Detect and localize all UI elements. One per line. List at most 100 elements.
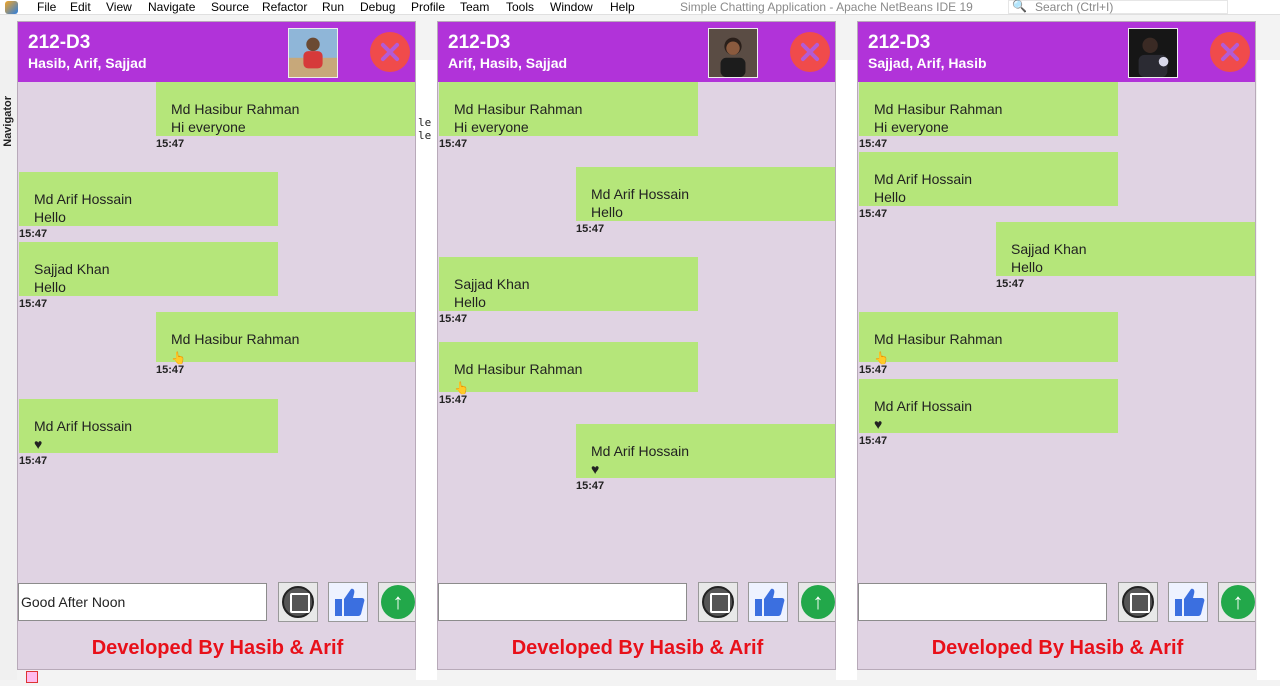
- thumbs-up-icon: [335, 588, 365, 616]
- menu-profile[interactable]: Profile: [411, 0, 445, 14]
- composer: ↑: [438, 581, 835, 623]
- message-text: ♥: [874, 416, 883, 432]
- chat-messages: Md Hasibur Rahman Hi everyone 15:47 Md Ar…: [858, 82, 1255, 579]
- message-sender: Sajjad Khan: [1011, 241, 1087, 257]
- navigator-tab[interactable]: Navigator: [2, 96, 14, 147]
- message-bubble: Sajjad Khan Hello: [996, 222, 1255, 276]
- message-time: 15:47: [996, 278, 1025, 290]
- menu-navigate[interactable]: Navigate: [148, 0, 195, 14]
- close-button[interactable]: [790, 32, 830, 72]
- ide-search-input[interactable]: 🔍 Search (Ctrl+I): [1008, 0, 1228, 14]
- like-button[interactable]: [1168, 582, 1208, 622]
- message-text: Hello: [454, 294, 486, 310]
- close-button[interactable]: [370, 32, 410, 72]
- chat-window-2: 212-D3 Arif, Hasib, Sajjad Md Hasibur Ra…: [437, 21, 836, 670]
- ide-code-fragment: le le: [418, 116, 432, 142]
- message-input[interactable]: [858, 583, 1107, 621]
- menu-refactor[interactable]: Refactor: [262, 0, 307, 14]
- message-bubble: Md Arif Hossain Hello: [576, 167, 835, 221]
- group-name: 212-D3: [28, 32, 91, 53]
- message-text: Hello: [34, 279, 66, 295]
- group-name: 212-D3: [868, 32, 931, 53]
- ide-editor-gap-2: [836, 60, 857, 680]
- message-sender: Md Arif Hossain: [874, 171, 973, 187]
- message-input[interactable]: [438, 583, 687, 621]
- message-sender: Md Arif Hossain: [591, 443, 690, 459]
- message-text: Hi everyone: [171, 119, 246, 135]
- send-button[interactable]: ↑: [798, 582, 835, 622]
- menu-help[interactable]: Help: [610, 0, 635, 14]
- menu-run[interactable]: Run: [322, 0, 344, 14]
- menu-source[interactable]: Source: [211, 0, 249, 14]
- attach-image-button[interactable]: [698, 582, 738, 622]
- message-sender: Md Hasibur Rahman: [171, 101, 300, 117]
- thumbs-up-icon: [755, 588, 785, 616]
- message-time: 15:47: [859, 364, 888, 376]
- message-sender: Sajjad Khan: [34, 261, 110, 277]
- like-button[interactable]: [748, 582, 788, 622]
- message-sender: Md Arif Hossain: [591, 186, 690, 202]
- menu-debug[interactable]: Debug: [360, 0, 395, 14]
- user-avatar: [288, 28, 338, 78]
- ide-window-title: Simple Chatting Application - Apache Net…: [680, 0, 973, 14]
- chat-window-3: 212-D3 Sajjad, Arif, Hasib Md Hasibur Ra…: [857, 21, 1256, 670]
- message-bubble: Md Hasibur Rahman 👆: [859, 312, 1118, 365]
- send-arrow-icon: ↑: [1221, 585, 1255, 619]
- message-sender: Md Hasibur Rahman: [454, 361, 583, 377]
- message-text: Hi everyone: [454, 119, 529, 135]
- menu-edit[interactable]: Edit: [70, 0, 91, 14]
- like-button[interactable]: [328, 582, 368, 622]
- close-button[interactable]: [1210, 32, 1250, 72]
- attach-image-button[interactable]: [278, 582, 318, 622]
- send-arrow-icon: ↑: [801, 585, 835, 619]
- netbeans-logo-icon: [5, 1, 18, 14]
- message-time: 15:47: [859, 138, 888, 150]
- message-sender: Md Hasibur Rahman: [874, 101, 1003, 117]
- message-text: Hello: [34, 209, 66, 225]
- chat-window-1: 212-D3 Hasib, Arif, Sajjad Md Hasibur Ra…: [17, 21, 416, 670]
- message-bubble: Md Hasibur Rahman 👆: [156, 312, 415, 365]
- message-time: 15:47: [19, 228, 48, 240]
- menu-window[interactable]: Window: [550, 0, 593, 14]
- message-input[interactable]: [18, 583, 267, 621]
- message-bubble: Md Hasibur Rahman Hi everyone: [439, 82, 698, 136]
- user-avatar: [708, 28, 758, 78]
- message-time: 15:47: [439, 394, 468, 406]
- developer-credit: Developed By Hasib & Arif: [438, 623, 835, 669]
- message-sender: Md Hasibur Rahman: [454, 101, 583, 117]
- message-time: 15:47: [156, 138, 185, 150]
- message-bubble: Md Arif Hossain ♥: [19, 399, 278, 453]
- message-time: 15:47: [19, 298, 48, 310]
- group-members: Arif, Hasib, Sajjad: [448, 55, 568, 71]
- message-bubble: Md Hasibur Rahman 👆: [439, 342, 698, 395]
- send-button[interactable]: ↑: [378, 582, 415, 622]
- chat-header: 212-D3 Arif, Hasib, Sajjad: [438, 22, 835, 82]
- message-text: ♥: [34, 436, 43, 452]
- developer-credit: Developed By Hasib & Arif: [18, 623, 415, 669]
- composer: ↑: [858, 581, 1255, 623]
- ide-left-strip: [0, 60, 17, 680]
- send-button[interactable]: ↑: [1218, 582, 1255, 622]
- ide-status-icon: [26, 671, 38, 683]
- message-time: 15:47: [576, 223, 605, 235]
- message-sender: Md Hasibur Rahman: [171, 331, 300, 347]
- ide-menubar: File Edit View Navigate Source Refactor …: [0, 0, 1280, 15]
- send-arrow-icon: ↑: [381, 585, 415, 619]
- group-name: 212-D3: [448, 32, 511, 53]
- message-time: 15:47: [859, 208, 888, 220]
- message-bubble: Md Hasibur Rahman Hi everyone: [859, 82, 1118, 136]
- attach-image-button[interactable]: [1118, 582, 1158, 622]
- menu-file[interactable]: File: [37, 0, 56, 14]
- menu-view[interactable]: View: [106, 0, 132, 14]
- message-text: Hello: [591, 204, 623, 220]
- menu-tools[interactable]: Tools: [506, 0, 534, 14]
- message-time: 15:47: [439, 138, 468, 150]
- ide-editor-gap-1: [416, 60, 437, 680]
- message-text: ♥: [591, 461, 600, 477]
- message-bubble: Sajjad Khan Hello: [19, 242, 278, 296]
- message-text: Hello: [1011, 259, 1043, 275]
- message-sender: Md Arif Hossain: [34, 191, 133, 207]
- menu-team[interactable]: Team: [460, 0, 489, 14]
- user-avatar: [1128, 28, 1178, 78]
- developer-credit: Developed By Hasib & Arif: [858, 623, 1255, 669]
